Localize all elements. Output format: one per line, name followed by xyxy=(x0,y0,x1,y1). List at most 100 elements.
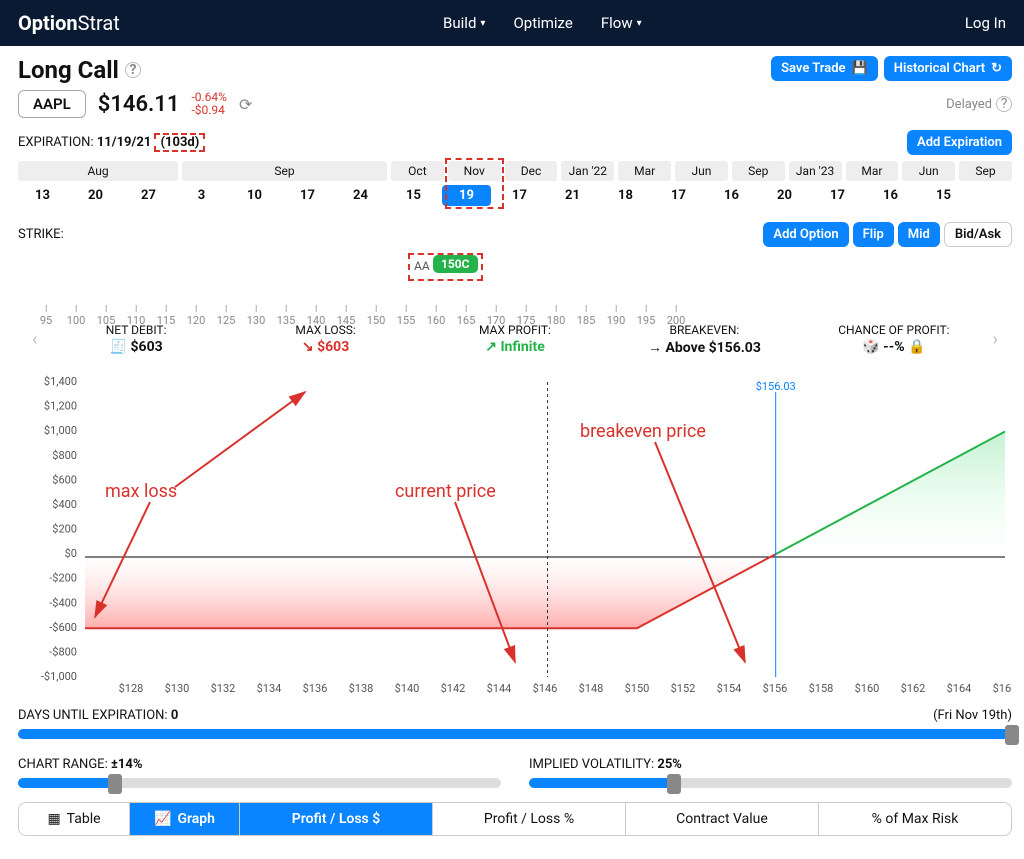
chevron-down-icon: ▾ xyxy=(480,18,485,29)
svg-text:-$400: -$400 xyxy=(49,596,77,609)
month-sep[interactable]: Sep xyxy=(182,161,387,181)
dte-date: (Fri Nov 19th) xyxy=(933,708,1012,723)
day-16[interactable]: 16 xyxy=(866,185,915,206)
help-icon[interactable]: ? xyxy=(125,62,141,78)
month-mar[interactable]: Mar xyxy=(846,161,899,181)
nav-build[interactable]: Build▾ xyxy=(443,14,485,32)
strike-tag[interactable]: 150C xyxy=(433,255,478,273)
day-20[interactable]: 20 xyxy=(71,185,120,206)
range-slider[interactable] xyxy=(18,778,501,788)
iv-label: IMPLIED VOLATILITY: 25% xyxy=(529,757,682,772)
svg-text:$164: $164 xyxy=(947,682,972,695)
svg-text:-$600: -$600 xyxy=(49,621,77,634)
svg-text:-$800: -$800 xyxy=(49,645,77,658)
history-icon: ↻ xyxy=(991,61,1002,76)
day-10[interactable]: 10 xyxy=(230,185,279,206)
day-24[interactable]: 24 xyxy=(336,185,385,206)
save-trade-button[interactable]: Save Trade 💾 xyxy=(771,56,878,81)
day-15[interactable]: 15 xyxy=(919,185,968,206)
nav-flow[interactable]: Flow▾ xyxy=(601,14,642,32)
day-21[interactable]: 21 xyxy=(548,185,597,206)
day-15[interactable]: 15 xyxy=(389,185,438,206)
svg-text:$144: $144 xyxy=(487,682,512,695)
svg-text:$166: $166 xyxy=(993,682,1012,695)
svg-text:$158: $158 xyxy=(809,682,834,695)
next-stat-icon[interactable]: › xyxy=(989,329,1002,350)
annotation-breakeven: breakeven price xyxy=(580,421,706,442)
table-icon: ▦ xyxy=(47,811,60,827)
svg-text:$150: $150 xyxy=(625,682,650,695)
month-jan23[interactable]: Jan '23 xyxy=(789,161,842,181)
month-sep[interactable]: Sep xyxy=(732,161,785,181)
svg-text:$600: $600 xyxy=(52,473,77,486)
nav-optimize[interactable]: Optimize xyxy=(513,14,572,32)
flip-button[interactable]: Flip xyxy=(853,222,894,247)
annotation-max-loss: max loss xyxy=(105,481,177,502)
month-jun[interactable]: Jun xyxy=(902,161,955,181)
month-jun[interactable]: Jun xyxy=(675,161,728,181)
day-18[interactable]: 18 xyxy=(601,185,650,206)
login-link[interactable]: Log In xyxy=(965,14,1006,32)
svg-text:$162: $162 xyxy=(901,682,926,695)
bidask-button[interactable]: Bid/Ask xyxy=(944,222,1012,247)
expiration-days: (103d) xyxy=(154,133,205,152)
ticker-input[interactable]: AAPL xyxy=(18,90,86,118)
day-17[interactable]: 17 xyxy=(283,185,332,206)
svg-text:$1,400: $1,400 xyxy=(44,375,77,388)
day-17[interactable]: 17 xyxy=(813,185,862,206)
svg-text:$154: $154 xyxy=(717,682,742,695)
refresh-icon[interactable]: ⟳ xyxy=(239,95,252,114)
save-icon: 💾 xyxy=(852,61,868,76)
month-nov[interactable]: Nov xyxy=(448,161,501,181)
help-icon[interactable]: ? xyxy=(996,96,1012,112)
tab-table[interactable]: ▦Table xyxy=(19,803,129,835)
mid-button[interactable]: Mid xyxy=(898,222,940,247)
day-16[interactable]: 16 xyxy=(707,185,756,206)
month-oct[interactable]: Oct xyxy=(391,161,444,181)
svg-text:$200: $200 xyxy=(52,523,77,536)
expiration-label: EXPIRATION: xyxy=(18,135,94,150)
strike-label: STRIKE: xyxy=(18,227,64,242)
breakeven-stat: BREAKEVEN:→ Above $156.03 xyxy=(610,323,799,356)
day-3[interactable]: 3 xyxy=(177,185,226,206)
net-debit-stat: NET DEBIT:🧾 $603 xyxy=(41,323,230,356)
svg-text:$156: $156 xyxy=(763,682,788,695)
svg-text:$148: $148 xyxy=(579,682,604,695)
day-20[interactable]: 20 xyxy=(760,185,809,206)
month-aug[interactable]: Aug xyxy=(18,161,178,181)
svg-text:$400: $400 xyxy=(52,498,77,511)
month-sep[interactable]: Sep xyxy=(959,161,1012,181)
tab-contract-value[interactable]: Contract Value xyxy=(625,803,818,835)
day-13[interactable]: 13 xyxy=(18,185,67,206)
svg-text:$142: $142 xyxy=(441,682,466,695)
logo[interactable]: OptionStrat xyxy=(18,11,120,35)
svg-text:$156.03: $156.03 xyxy=(756,380,796,393)
svg-text:$152: $152 xyxy=(671,682,696,695)
tab-max-risk[interactable]: % of Max Risk xyxy=(818,803,1011,835)
tab-graph[interactable]: 📈Graph xyxy=(129,803,239,835)
chart-icon: 📈 xyxy=(154,811,171,827)
expiration-date: 11/19/21 xyxy=(97,135,151,150)
tab-pl-dollar[interactable]: Profit / Loss $ xyxy=(239,803,432,835)
day-17[interactable]: 17 xyxy=(654,185,703,206)
svg-text:$134: $134 xyxy=(257,682,282,695)
iv-slider[interactable] xyxy=(529,778,1012,788)
tab-pl-percent[interactable]: Profit / Loss % xyxy=(432,803,625,835)
data-delayed-badge: Delayed? xyxy=(946,96,1012,112)
add-option-button[interactable]: Add Option xyxy=(763,222,848,247)
svg-text:$800: $800 xyxy=(52,449,77,462)
svg-text:$128: $128 xyxy=(119,682,144,695)
add-expiration-button[interactable]: Add Expiration xyxy=(907,130,1012,155)
strike-slider[interactable]: AA 150C 95100105110115120125130135140145… xyxy=(18,255,1012,305)
pl-chart[interactable]: $1,400$1,200$1,000$800$600$400$200$0-$20… xyxy=(18,362,1012,702)
day-27[interactable]: 27 xyxy=(124,185,173,206)
month-dec[interactable]: Dec xyxy=(505,161,558,181)
month-mar[interactable]: Mar xyxy=(618,161,671,181)
current-price: $146.11 xyxy=(98,92,180,117)
day-17[interactable]: 17 xyxy=(495,185,544,206)
historical-chart-button[interactable]: Historical Chart ↻ xyxy=(884,56,1012,81)
prev-stat-icon[interactable]: ‹ xyxy=(28,329,41,350)
day-19[interactable]: 19 xyxy=(442,185,491,206)
dte-slider[interactable] xyxy=(18,729,1012,739)
month-jan22[interactable]: Jan '22 xyxy=(561,161,614,181)
